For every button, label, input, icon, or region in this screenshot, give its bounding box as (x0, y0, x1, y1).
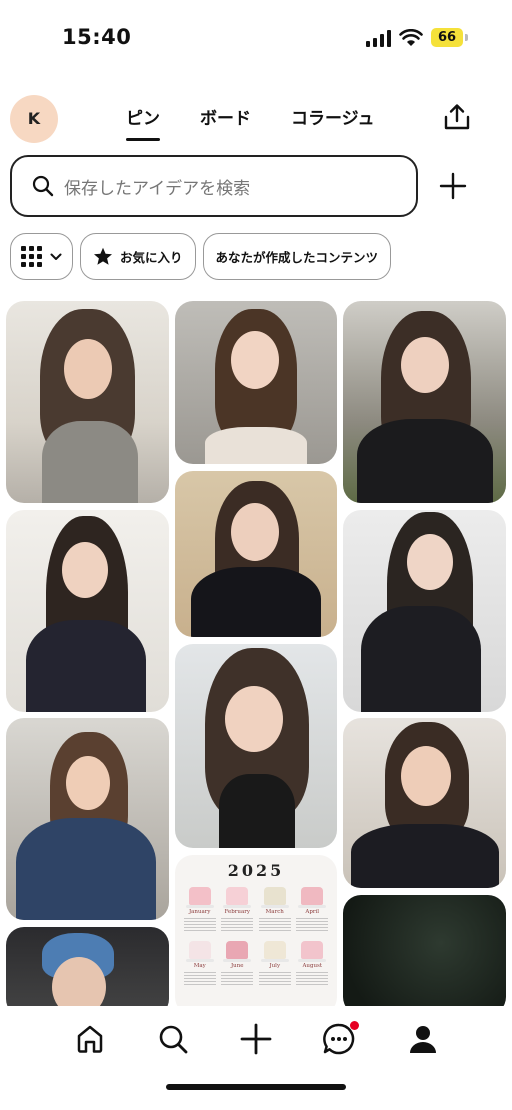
search-icon (159, 1025, 188, 1054)
created-label: あなたが作成したコンテンツ (215, 250, 379, 265)
pin-image[interactable] (6, 718, 169, 920)
cake-icon (185, 887, 214, 908)
cake-icon (260, 887, 289, 908)
calendar-month: March (258, 887, 292, 931)
calendar-month: May (183, 941, 217, 985)
share-button[interactable] (442, 102, 472, 132)
status-icons: 66 (366, 28, 468, 47)
calendar-month: April (296, 887, 330, 931)
pin-grid: 2025 January February March April May Ju… (0, 300, 512, 1006)
favorites-label: お気に入り (120, 250, 183, 265)
pin-image[interactable] (175, 471, 337, 637)
nav-messages[interactable] (320, 1020, 359, 1058)
pin-image[interactable] (343, 895, 506, 1006)
pin-image[interactable] (6, 301, 169, 503)
pin-image[interactable] (6, 927, 169, 1006)
cake-icon (298, 941, 327, 962)
cake-icon (185, 941, 214, 962)
layout-toggle-button[interactable] (10, 233, 73, 280)
pin-image[interactable] (175, 644, 337, 848)
created-by-you-filter-button[interactable]: あなたが作成したコンテンツ (202, 233, 392, 280)
nav-home[interactable] (71, 1020, 109, 1058)
avatar[interactable]: K (10, 95, 58, 143)
tab-collages[interactable]: コラージュ (283, 100, 382, 137)
pin-image[interactable] (175, 301, 337, 464)
pin-image[interactable] (343, 718, 506, 888)
pin-image[interactable] (6, 510, 169, 712)
bottom-nav (0, 1006, 512, 1110)
cake-icon (298, 887, 327, 908)
search-input[interactable]: 保存したアイデアを検索 (10, 155, 418, 217)
favorites-filter-button[interactable]: お気に入り (80, 233, 196, 280)
star-icon (94, 247, 112, 265)
cake-icon (260, 941, 289, 962)
calendar-pin[interactable]: 2025 January February March April May Ju… (175, 855, 337, 1006)
grid-icon (21, 246, 42, 267)
calendar-year: 2025 (227, 861, 285, 880)
tab-bar: ピン ボード コラージュ (118, 100, 406, 141)
home-icon (77, 1025, 103, 1053)
nav-create[interactable] (237, 1020, 275, 1058)
chevron-down-icon (50, 253, 62, 260)
battery-icon: 66 (431, 28, 468, 47)
tab-pins[interactable]: ピン (118, 100, 168, 141)
status-bar: 15:40 66 (0, 0, 512, 78)
pin-image[interactable] (343, 510, 506, 712)
battery-level: 66 (431, 28, 463, 47)
calendar-month: January (183, 887, 217, 931)
search-placeholder: 保存したアイデアを検索 (64, 178, 251, 199)
cake-icon (223, 941, 252, 962)
plus-icon (439, 172, 467, 200)
search-row: 保存したアイデアを検索 (10, 155, 502, 217)
profile-icon (410, 1026, 436, 1053)
calendar-month: June (221, 941, 255, 985)
calendar-months: January February March April May June Ju… (183, 887, 329, 985)
nav-profile[interactable] (404, 1020, 442, 1058)
create-icon (240, 1023, 272, 1055)
status-time: 15:40 (62, 25, 132, 49)
nav-search[interactable] (154, 1020, 192, 1058)
calendar-month: July (258, 941, 292, 985)
calendar-month: February (221, 887, 255, 931)
cellular-signal-icon (366, 29, 391, 47)
share-icon (444, 104, 470, 130)
search-icon (32, 175, 54, 197)
tab-boards[interactable]: ボード (192, 100, 259, 137)
cake-icon (223, 887, 252, 908)
calendar-month: August (296, 941, 330, 985)
wifi-icon (399, 28, 423, 46)
notification-badge (350, 1021, 359, 1030)
pin-image[interactable] (343, 301, 506, 503)
header: K ピン ボード コラージュ (0, 90, 512, 144)
home-indicator (166, 1084, 346, 1090)
add-button[interactable] (438, 171, 468, 201)
filter-bar: お気に入り あなたが作成したコンテンツ (10, 233, 392, 280)
